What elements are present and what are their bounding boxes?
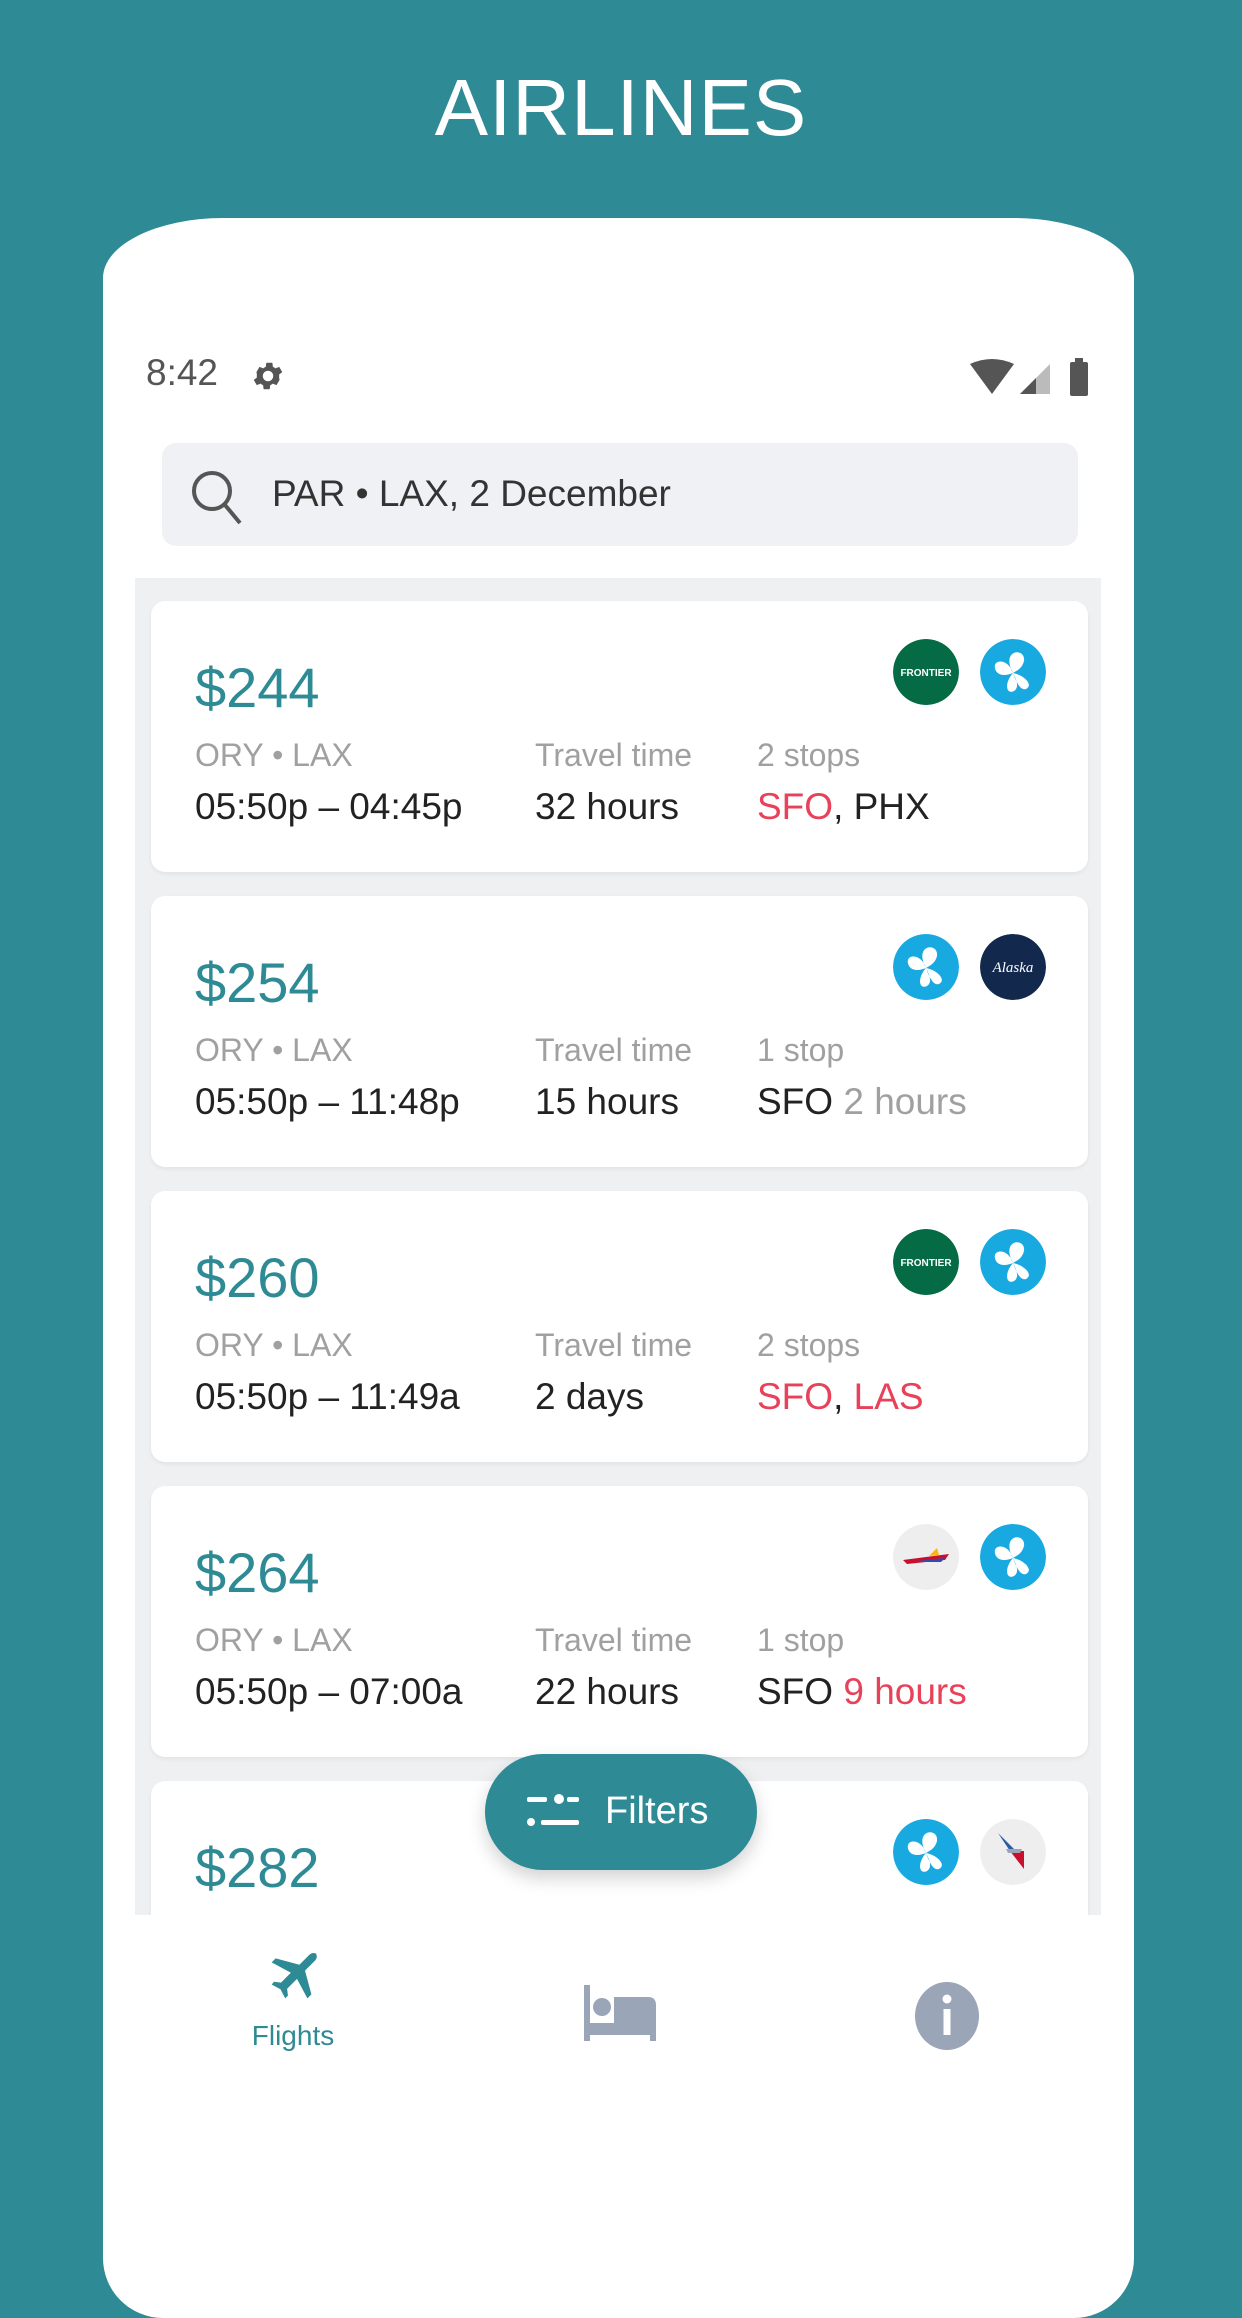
airline-logo-volaris	[893, 934, 959, 1000]
route-label: ORY • LAX	[195, 1032, 353, 1068]
stops-detail: SFO, PHX	[757, 786, 930, 828]
airline-logo-frontier: FRONTIER	[893, 639, 959, 705]
airline-logo-volaris	[980, 1229, 1046, 1295]
search-input[interactable]: PAR • LAX, 2 December	[272, 473, 671, 515]
flight-card[interactable]: $260 FRONTIER ORY • LAX 05:50p – 11:49a Tr…	[151, 1191, 1088, 1462]
system-status-icons	[970, 358, 1088, 396]
stops-detail: SFO 9 hours	[757, 1671, 967, 1713]
flight-price: $264	[195, 1541, 320, 1604]
page-title: AIRLINES	[434, 63, 808, 152]
svg-text:Alaska: Alaska	[992, 960, 1034, 976]
bottom-nav: Flights	[135, 1915, 1101, 2115]
status-time: 8:42	[146, 352, 219, 393]
stops-label: 2 stops	[757, 737, 861, 773]
battery-icon	[1070, 362, 1088, 396]
travel-time-label: Travel time	[535, 1032, 693, 1068]
flight-times: 05:50p – 04:45p	[195, 786, 463, 827]
nav-info[interactable]	[847, 1945, 1047, 2056]
stop-segment: ,	[833, 1376, 854, 1417]
stop-segment: 9 hours	[843, 1671, 967, 1712]
flight-times: 05:50p – 11:49a	[195, 1376, 460, 1417]
airline-logo-american	[980, 1819, 1046, 1885]
flight-price: $244	[195, 656, 320, 719]
flight-price: $260	[195, 1246, 320, 1309]
nav-hotels[interactable]	[520, 1945, 720, 2050]
stops-detail: SFO 2 hours	[757, 1081, 967, 1123]
stops-label: 1 stop	[757, 1622, 845, 1658]
flight-card[interactable]: $244 FRONTIER ORY • LAX 05:50p – 04:45p Tr…	[151, 601, 1088, 872]
flight-list[interactable]: $244 FRONTIER ORY • LAX 05:50p – 04:45p Tr…	[135, 578, 1101, 1915]
gear-icon	[253, 362, 283, 390]
flight-times: 05:50p – 07:00a	[195, 1671, 463, 1712]
travel-time-label: Travel time	[535, 737, 693, 773]
svg-text:FRONTIER: FRONTIER	[900, 1258, 952, 1269]
flight-card[interactable]: $254 Alaska ORY • LAX 05:50p – 11:48p Trav…	[151, 896, 1088, 1167]
travel-time-label: Travel time	[535, 1622, 693, 1658]
travel-time: 32 hours	[535, 786, 679, 827]
airline-logo-alaska: Alaska	[980, 934, 1046, 1000]
stop-segment: SFO	[757, 1081, 844, 1122]
wifi-icon	[970, 359, 1014, 394]
travel-time: 2 days	[535, 1376, 645, 1417]
stops-label: 2 stops	[757, 1327, 861, 1363]
route-label: ORY • LAX	[195, 737, 353, 773]
airplane-icon	[271, 1952, 317, 1999]
search-icon	[192, 471, 242, 525]
airline-logo-frontier: FRONTIER	[893, 1229, 959, 1295]
stops-label: 1 stop	[757, 1032, 845, 1068]
flight-price: $282	[195, 1836, 320, 1899]
stops-detail: SFO, LAS	[757, 1376, 924, 1418]
flight-price: $254	[195, 951, 320, 1014]
nav-flights[interactable]: Flights	[193, 1945, 393, 2052]
flight-times: 05:50p – 11:48p	[195, 1081, 460, 1122]
travel-time: 22 hours	[535, 1671, 679, 1712]
route-label: ORY • LAX	[195, 1327, 353, 1363]
stop-segment: LAS	[853, 1376, 924, 1417]
flight-card[interactable]: $264 ORY • LAX 05:50p – 07:00a Travel tim…	[151, 1486, 1088, 1757]
travel-time: 15 hours	[535, 1081, 679, 1122]
bed-icon	[584, 1985, 656, 2041]
info-icon	[915, 1982, 979, 2050]
stop-segment: SFO	[757, 1376, 834, 1417]
airline-logo-volaris	[980, 1524, 1046, 1590]
search-bar[interactable]: PAR • LAX, 2 December	[162, 443, 1078, 546]
stop-segment: 2 hours	[843, 1081, 967, 1122]
airline-logo-volaris	[893, 1819, 959, 1885]
stop-segment: SFO	[757, 786, 834, 827]
travel-time-label: Travel time	[535, 1327, 693, 1363]
filters-icon	[527, 1794, 579, 1826]
airline-logo-volaris	[980, 639, 1046, 705]
airline-logo-southwest	[893, 1524, 959, 1590]
svg-text:FRONTIER: FRONTIER	[900, 668, 952, 679]
filters-label: Filters	[605, 1790, 709, 1832]
filters-button[interactable]: Filters	[485, 1754, 757, 1870]
nav-flights-label: Flights	[251, 2020, 335, 2051]
route-label: ORY • LAX	[195, 1622, 353, 1658]
stop-segment: SFO	[757, 1671, 844, 1712]
stop-segment: , PHX	[833, 786, 930, 827]
